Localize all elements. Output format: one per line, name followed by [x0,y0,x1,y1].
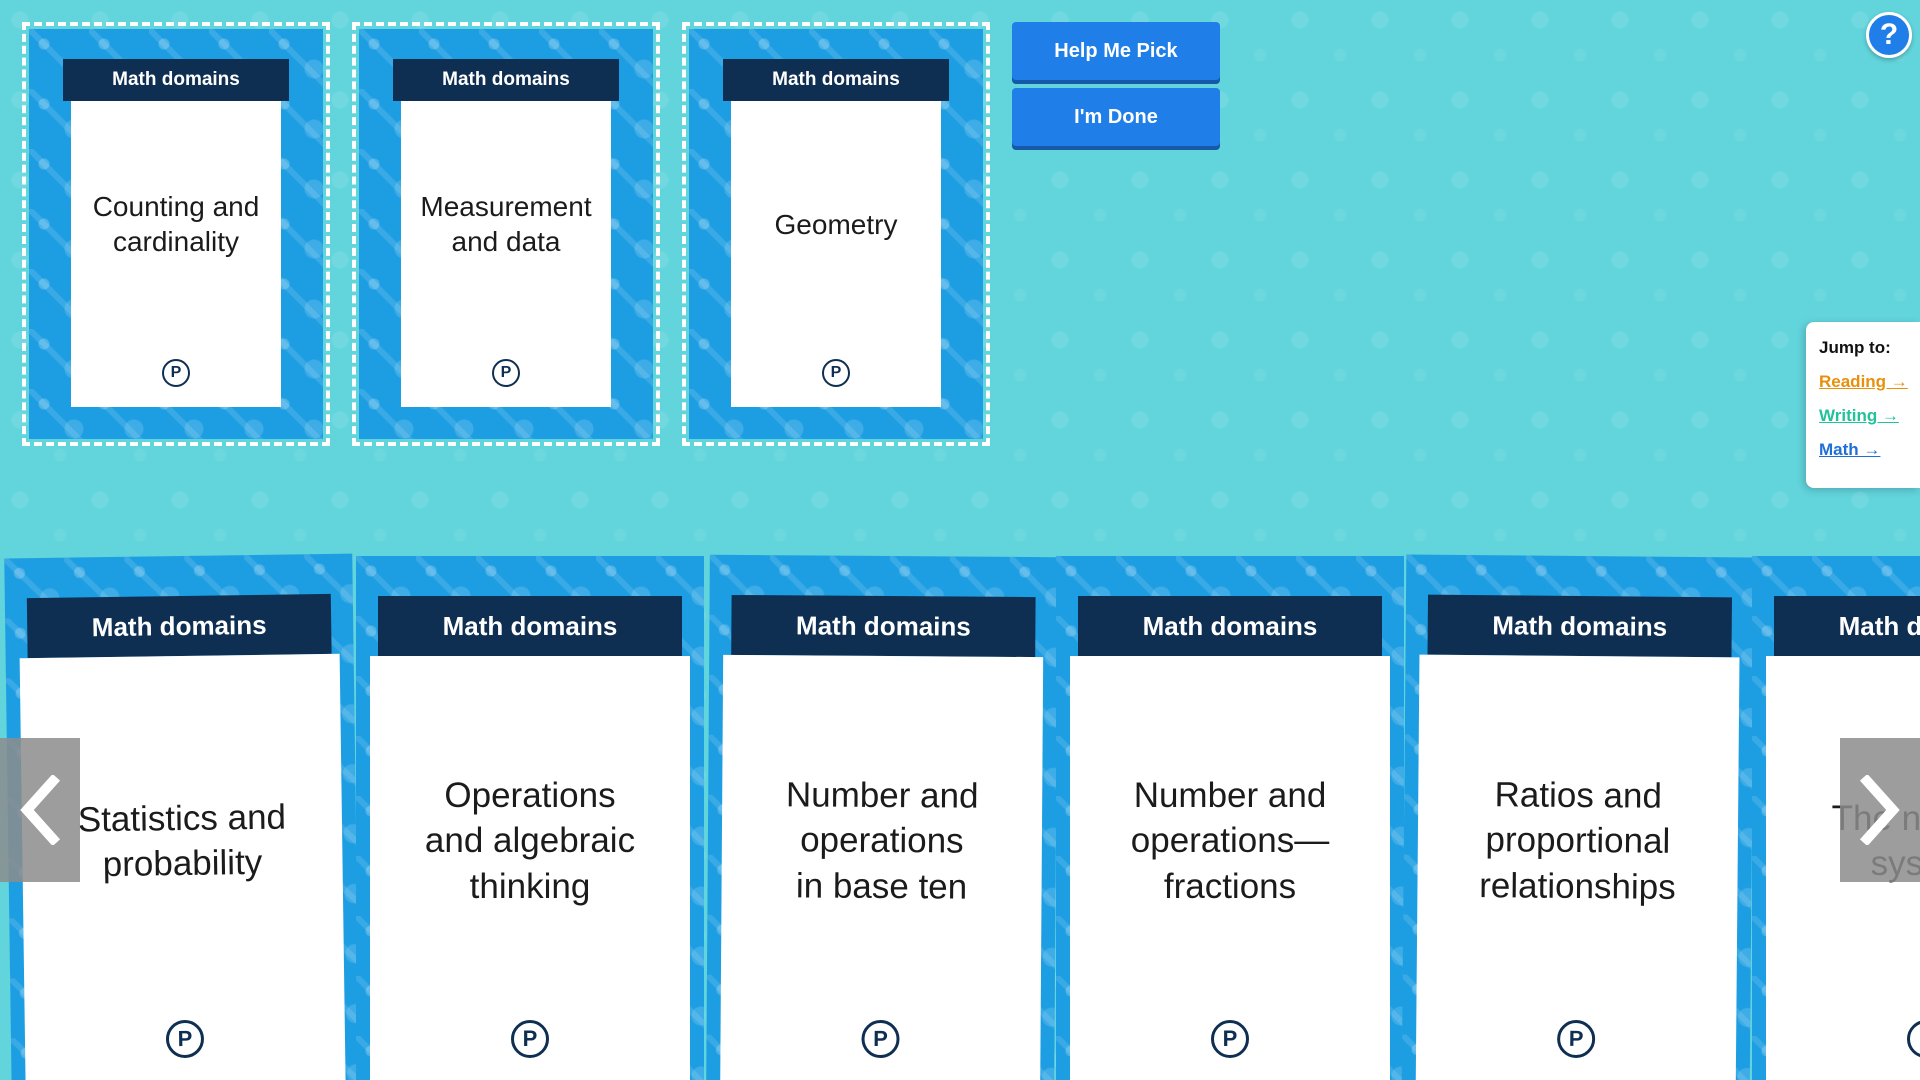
domain-card[interactable]: Math domains Number and operations— frac… [1056,556,1404,1080]
card-header: Math domains [26,593,332,659]
jump-to-title: Jump to: [1819,338,1891,357]
card-header: Math domains [63,59,289,101]
domain-card[interactable]: Math domains Ratios and proportional rel… [1401,554,1755,1080]
card-title: Number and operations— fractions [1070,656,1390,1080]
carousel-next-button[interactable] [1840,738,1920,882]
jump-link-math[interactable]: Math → [1819,440,1920,460]
card-header: Math domains [378,596,682,656]
p-logo-icon: P [492,359,520,387]
card-title: Number and operations in base ten [720,654,1044,1080]
selected-slot-2[interactable]: Math domains Measurement and data P [352,22,660,446]
selected-slot-1[interactable]: Math domains Counting and cardinality P [22,22,330,446]
domain-card[interactable]: Math domains Measurement and data P [359,29,653,439]
p-logo-icon: P [1211,1020,1249,1058]
p-logo-icon: P [1556,1019,1596,1059]
domain-card[interactable]: Math domains Operations and algebraic th… [356,556,704,1080]
card-header: Math domains [1427,594,1733,658]
domain-card[interactable]: Math domains Counting and cardinality P [29,29,323,439]
carousel-prev-button[interactable] [0,738,80,882]
card-header: Math domains [723,59,949,101]
selected-slot-3[interactable]: Math domains Geometry P [682,22,990,446]
p-logo-icon: P [861,1019,900,1059]
jump-link-writing[interactable]: Writing → [1819,406,1920,426]
domain-card[interactable]: Math domains Number and operations in ba… [706,554,1058,1080]
done-button[interactable]: I'm Done [1012,88,1220,146]
p-logo-icon: P [162,359,190,387]
chevron-right-icon [1859,775,1900,845]
card-header: Math domains [1078,596,1382,656]
card-title: Operations and algebraic thinking [370,656,690,1080]
card-header: Math domains [393,59,619,101]
p-logo-icon: P [822,359,850,387]
help-me-pick-button[interactable]: Help Me Pick [1012,22,1220,80]
card-header: Math domains [731,594,1036,658]
card-header: Math domains [1774,596,1920,656]
jump-to-panel: Jump to: Reading → Writing → Math → [1806,322,1920,488]
card-carousel: Math domains Statistics and probability … [0,552,1920,1080]
p-logo-icon: P [511,1020,549,1058]
domain-card[interactable]: Math domains Geometry P [689,29,983,439]
jump-link-reading[interactable]: Reading → [1819,372,1920,392]
card-title: Ratios and proportional relationships [1415,654,1740,1080]
chevron-left-icon [20,775,61,845]
help-icon[interactable]: ? [1866,12,1912,58]
